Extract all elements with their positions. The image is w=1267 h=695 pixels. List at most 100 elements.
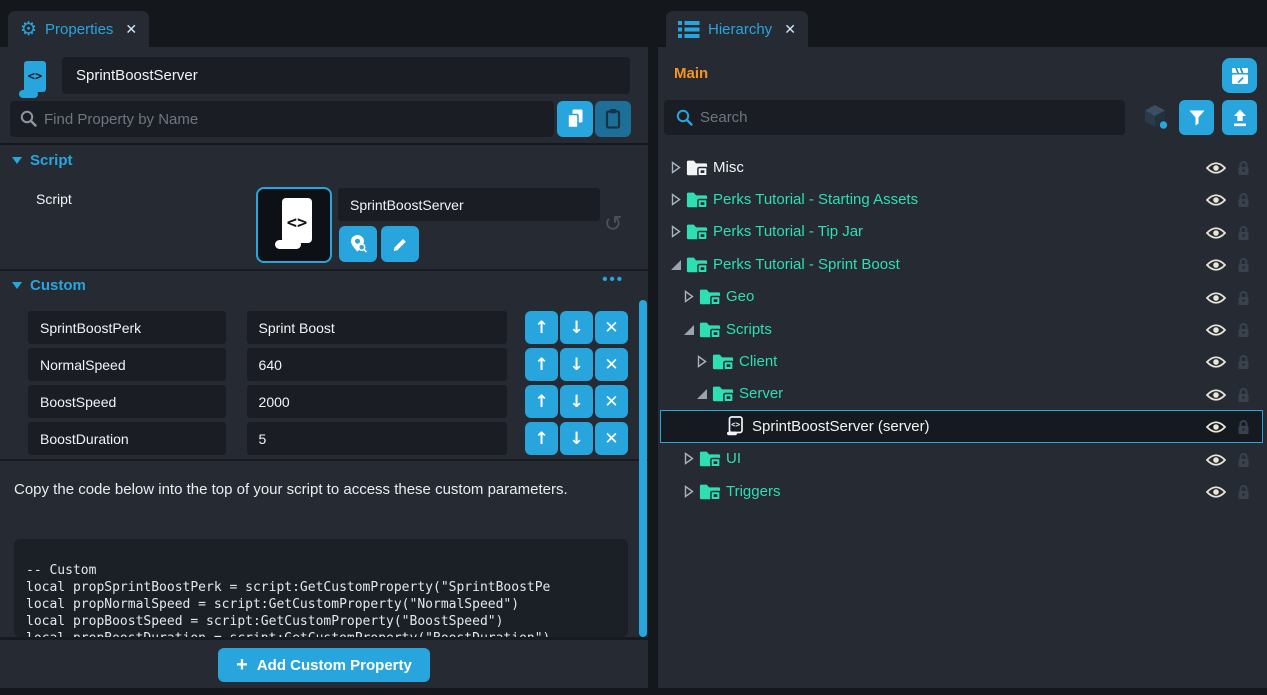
expander[interactable]: [695, 355, 709, 368]
expander[interactable]: [682, 323, 696, 336]
visibility-eye-icon[interactable]: [1206, 323, 1226, 341]
up-arrow-icon: ↑: [534, 355, 548, 375]
tree-row[interactable]: <> Perks Tutorial - Sprint Boost: [660, 248, 1263, 280]
visibility-eye-icon[interactable]: [1206, 355, 1226, 373]
delete-property-button[interactable]: ✕: [595, 311, 628, 344]
paste-properties-button[interactable]: [595, 101, 631, 137]
pin-search-icon: [347, 233, 369, 255]
section-divider: [0, 269, 648, 271]
custom-help-text: Copy the code below into the top of your…: [14, 479, 620, 500]
lock-icon[interactable]: [1237, 452, 1250, 472]
add-custom-property-button[interactable]: + Add Custom Property: [218, 648, 430, 682]
property-search-input[interactable]: [10, 101, 554, 137]
find-script-button[interactable]: [339, 226, 377, 262]
visibility-eye-icon[interactable]: [1206, 388, 1226, 406]
move-down-button[interactable]: ↓: [560, 348, 593, 381]
custom-property-value-field[interactable]: Sprint Boost: [247, 311, 508, 344]
custom-property-name-field[interactable]: BoostDuration: [28, 422, 226, 455]
visibility-eye-icon[interactable]: [1206, 485, 1226, 503]
visibility-eye-icon[interactable]: [1206, 420, 1226, 438]
chevron-expanded-icon: [683, 323, 695, 336]
chevron-right-icon: [670, 225, 682, 238]
move-up-button[interactable]: ↑: [525, 385, 558, 418]
lock-icon[interactable]: [1237, 257, 1250, 277]
tree-row[interactable]: <> Scripts: [660, 313, 1263, 345]
section-collapse-icon: [12, 282, 22, 289]
move-down-button[interactable]: ↓: [560, 422, 593, 455]
expander[interactable]: [669, 161, 683, 174]
hierarchy-search-input[interactable]: [664, 100, 1125, 135]
script-icon: <>: [725, 415, 745, 437]
folder-icon: [712, 352, 734, 371]
copy-properties-button[interactable]: [557, 101, 593, 137]
lock-icon[interactable]: [1237, 192, 1250, 212]
close-icon[interactable]: ✕: [784, 21, 796, 38]
play-scene-button[interactable]: [1222, 58, 1257, 93]
expander[interactable]: [682, 452, 696, 465]
lock-icon[interactable]: [1237, 484, 1250, 504]
more-menu-icon[interactable]: •••: [602, 271, 624, 288]
visibility-eye-icon[interactable]: [1206, 226, 1226, 244]
custom-section-header[interactable]: Custom: [12, 277, 86, 294]
custom-property-value-field[interactable]: 5: [247, 422, 508, 455]
tree-row[interactable]: <> Perks Tutorial - Tip Jar: [660, 216, 1263, 248]
chevron-right-icon: [683, 452, 695, 465]
expander[interactable]: [669, 258, 683, 271]
tree-row[interactable]: <> Perks Tutorial - Starting Assets: [660, 183, 1263, 215]
code-snippet-block[interactable]: -- Custom local propSprintBoostPerk = sc…: [14, 539, 628, 637]
object-cube-icon[interactable]: [1141, 102, 1171, 137]
lock-icon[interactable]: [1237, 387, 1250, 407]
move-up-button[interactable]: ↑: [525, 422, 558, 455]
tab-hierarchy[interactable]: Hierarchy ✕: [666, 11, 808, 47]
script-reference-field[interactable]: SprintBoostServer: [338, 188, 600, 221]
lock-icon[interactable]: [1237, 225, 1250, 245]
script-thumbnail[interactable]: <>: [256, 187, 332, 263]
expander[interactable]: [682, 485, 696, 498]
close-icon[interactable]: ✕: [125, 21, 137, 38]
filter-button[interactable]: [1179, 100, 1214, 135]
custom-property-name-field[interactable]: BoostSpeed: [28, 385, 226, 418]
custom-property-name-field[interactable]: NormalSpeed: [28, 348, 226, 381]
tree-row[interactable]: <> Misc: [660, 151, 1263, 183]
delete-property-button[interactable]: ✕: [595, 348, 628, 381]
custom-property-value-field[interactable]: 640: [247, 348, 508, 381]
script-name-input[interactable]: [62, 57, 630, 94]
tree-row[interactable]: <> Server: [660, 378, 1263, 410]
move-up-button[interactable]: ↑: [525, 348, 558, 381]
tree-row[interactable]: <> UI: [660, 443, 1263, 475]
lock-icon[interactable]: [1237, 354, 1250, 374]
visibility-eye-icon[interactable]: [1206, 193, 1226, 211]
tab-properties[interactable]: ⚙ Properties ✕: [8, 11, 149, 47]
move-down-button[interactable]: ↓: [560, 311, 593, 344]
remove-icon: ✕: [604, 392, 618, 412]
vertical-scrollbar[interactable]: [639, 300, 647, 637]
lock-icon[interactable]: [1237, 290, 1250, 310]
visibility-eye-icon[interactable]: [1206, 291, 1226, 309]
export-button[interactable]: [1222, 100, 1257, 135]
lock-icon[interactable]: [1237, 322, 1250, 342]
custom-property-value-field[interactable]: 2000: [247, 385, 508, 418]
move-down-button[interactable]: ↓: [560, 385, 593, 418]
move-up-button[interactable]: ↑: [525, 311, 558, 344]
visibility-eye-icon[interactable]: [1206, 258, 1226, 276]
tree-row[interactable]: <> Geo: [660, 281, 1263, 313]
lock-icon[interactable]: [1237, 160, 1250, 180]
delete-property-button[interactable]: ✕: [595, 422, 628, 455]
lock-icon[interactable]: [1237, 419, 1250, 439]
custom-property-name-field[interactable]: SprintBoostPerk: [28, 311, 226, 344]
expander[interactable]: [695, 387, 709, 400]
expander[interactable]: [682, 290, 696, 303]
visibility-eye-icon[interactable]: [1206, 453, 1226, 471]
script-section-header[interactable]: Script: [12, 152, 73, 169]
delete-property-button[interactable]: ✕: [595, 385, 628, 418]
expander[interactable]: [669, 193, 683, 206]
expander[interactable]: [669, 225, 683, 238]
tree-row[interactable]: <> Triggers: [660, 475, 1263, 507]
visibility-eye-icon[interactable]: [1206, 161, 1226, 179]
copy-icon: [564, 107, 586, 131]
tree-row[interactable]: <> SprintBoostServer (server): [660, 410, 1263, 442]
edit-script-button[interactable]: [381, 226, 419, 262]
folder-icon: [686, 255, 708, 274]
reset-property-icon[interactable]: ↺: [604, 211, 622, 237]
tree-row[interactable]: <> Client: [660, 345, 1263, 377]
